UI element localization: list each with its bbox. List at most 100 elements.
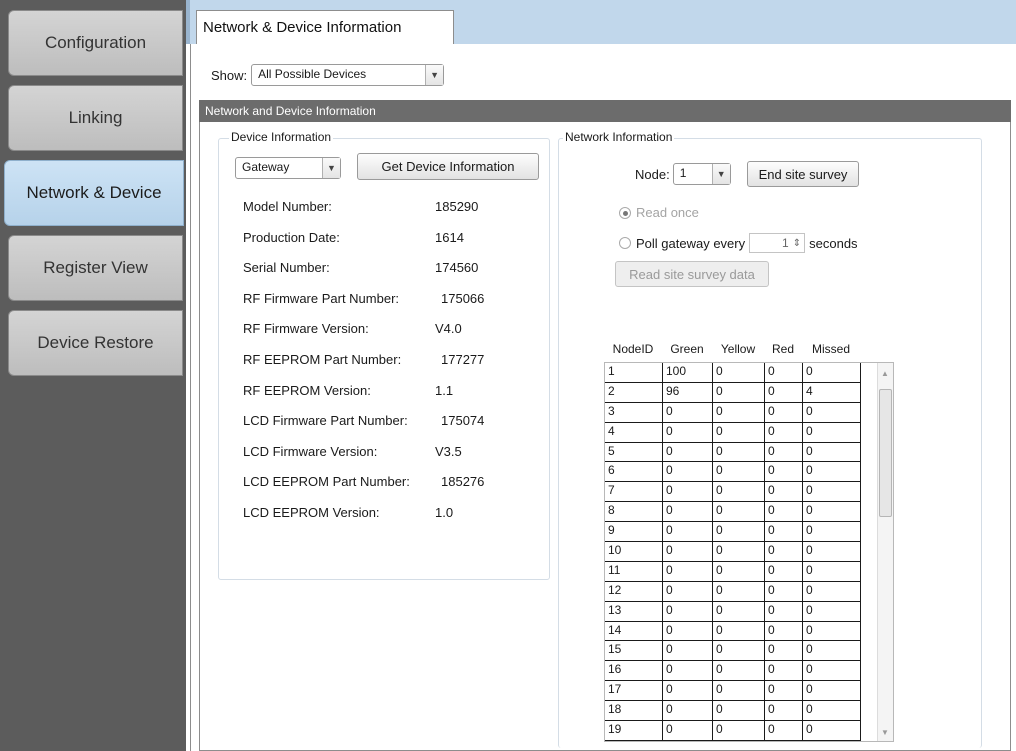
cell-green: 0 bbox=[663, 542, 713, 562]
cell-nodeid: 17 bbox=[605, 681, 663, 702]
device-info-value: 1614 bbox=[435, 229, 464, 245]
show-dropdown[interactable]: All Possible Devices ▼ bbox=[251, 64, 445, 86]
cell-nodeid: 9 bbox=[605, 522, 663, 543]
cell-missed: 0 bbox=[803, 422, 861, 443]
cell-missed: 0 bbox=[803, 621, 861, 642]
cell-red: 0 bbox=[765, 561, 803, 582]
sidebar-item-network-device[interactable]: Network & Device bbox=[4, 160, 184, 226]
cell-red: 0 bbox=[765, 402, 803, 423]
sidebar-item-label: Device Restore bbox=[37, 333, 154, 352]
table-row[interactable]: 19 0 0 0 0 bbox=[605, 721, 893, 741]
cell-green: 0 bbox=[663, 601, 713, 622]
survey-table[interactable]: 1 100 0 0 0 2 96 0 0 4 3 0 0 0 0 4 0 0 0 0 5 0 0 0 0 6 0 0 0 0 7 0 0 0 0 8 0… bbox=[604, 362, 894, 742]
table-row[interactable]: 60000 bbox=[605, 462, 893, 483]
device-info-label: Serial Number: bbox=[243, 260, 330, 276]
tab-bar: Network & Device Information bbox=[186, 0, 1016, 45]
cell-missed: 0 bbox=[803, 581, 861, 602]
cell-nodeid: 16 bbox=[605, 661, 663, 682]
table-row[interactable]: 90000 bbox=[605, 522, 893, 543]
cell-nodeid: 13 bbox=[605, 601, 663, 622]
cell-nodeid: 1 bbox=[605, 363, 663, 383]
end-site-survey-button[interactable]: End site survey bbox=[747, 161, 859, 187]
chevron-down-icon: ▼ bbox=[425, 65, 444, 85]
device-info-value: 1.1 bbox=[435, 382, 454, 398]
cell-green: 0 bbox=[663, 581, 713, 602]
cell-green: 0 bbox=[663, 462, 713, 483]
cell-missed: 0 bbox=[803, 522, 861, 543]
device-type-dropdown[interactable]: Gateway ▼ bbox=[235, 157, 341, 179]
cell-red: 0 bbox=[765, 442, 803, 463]
poll-interval-spinner[interactable]: 1 ⇕ bbox=[749, 233, 806, 253]
table-row[interactable]: 10 0 0 0 0 bbox=[605, 542, 893, 562]
cell-missed: 0 bbox=[803, 641, 861, 662]
table-row[interactable]: 80000 bbox=[605, 502, 893, 523]
tab-network-device-information[interactable]: Network & Device Information bbox=[196, 10, 454, 45]
cell-missed: 0 bbox=[803, 601, 861, 622]
cell-yellow: 0 bbox=[713, 502, 765, 523]
scroll-up-icon[interactable]: ▲ bbox=[881, 369, 889, 378]
table-row[interactable]: 18 0 0 0 0 bbox=[605, 701, 893, 722]
sidebar-item-linking[interactable]: Linking bbox=[8, 85, 183, 151]
sidebar-item-label: Network & Device bbox=[26, 183, 162, 202]
table-row[interactable]: 13 0 0 0 0 bbox=[605, 601, 893, 622]
device-info-value: 175066 bbox=[441, 290, 485, 306]
node-dropdown[interactable]: 1 ▼ bbox=[672, 163, 731, 185]
cell-green: 0 bbox=[663, 502, 713, 523]
column-header-missed: Missed bbox=[811, 342, 850, 356]
read-once-option[interactable]: Read once bbox=[619, 205, 699, 220]
device-info-row: RF EEPROM Part Number: 177277 bbox=[243, 352, 533, 370]
network-information-title: Network Information bbox=[563, 130, 675, 144]
table-row[interactable]: 30000 bbox=[605, 402, 893, 423]
cell-red: 0 bbox=[765, 661, 803, 682]
table-row[interactable]: 40000 bbox=[605, 422, 893, 443]
sidebar-item-configuration[interactable]: Configuration bbox=[8, 10, 183, 76]
table-row[interactable]: 1 100 0 0 0 bbox=[605, 363, 893, 383]
device-info-label: LCD EEPROM Version: bbox=[243, 505, 380, 520]
cell-red: 0 bbox=[765, 581, 803, 602]
table-row[interactable]: 11 0 0 0 0 bbox=[605, 561, 893, 582]
device-info-row: LCD EEPROM Part Number: 185276 bbox=[243, 474, 533, 492]
radio-icon bbox=[619, 207, 631, 219]
poll-gateway-option[interactable]: Poll gateway every 1 ⇕ seconds bbox=[619, 233, 858, 253]
scroll-thumb[interactable] bbox=[879, 389, 892, 517]
read-site-survey-data-button[interactable]: Read site survey data bbox=[615, 261, 769, 287]
device-info-row: RF EEPROM Version: 1.1 bbox=[243, 383, 533, 401]
device-info-row: LCD Firmware Version: V3.5 bbox=[243, 444, 533, 462]
cell-red: 0 bbox=[765, 522, 803, 543]
scroll-down-icon[interactable]: ▼ bbox=[881, 728, 889, 737]
device-info-row: LCD Firmware Part Number: 175074 bbox=[243, 413, 533, 431]
cell-green: 0 bbox=[663, 522, 713, 543]
table-row[interactable]: 16 0 0 0 0 bbox=[605, 661, 893, 682]
device-info-label: LCD Firmware Version: bbox=[243, 443, 378, 459]
table-row[interactable]: 12 0 0 0 0 bbox=[605, 581, 893, 602]
table-row[interactable]: 17 0 0 0 0 bbox=[605, 681, 893, 702]
sidebar-item-device-restore[interactable]: Device Restore bbox=[8, 310, 183, 376]
cell-nodeid: 15 bbox=[605, 641, 663, 662]
table-row[interactable]: 50000 bbox=[605, 442, 893, 463]
cell-yellow: 0 bbox=[713, 382, 765, 403]
cell-nodeid: 11 bbox=[605, 561, 663, 582]
node-selector: Node: 1 ▼ bbox=[635, 163, 731, 185]
cell-red: 0 bbox=[765, 462, 803, 483]
cell-green: 96 bbox=[663, 382, 713, 403]
section-header: Network and Device Information bbox=[199, 100, 1011, 122]
sidebar-item-register-view[interactable]: Register View bbox=[8, 235, 183, 301]
table-row[interactable]: 14 0 0 0 0 bbox=[605, 621, 893, 642]
cell-green: 0 bbox=[663, 701, 713, 722]
device-information-group: Device Information Gateway ▼ Get Device … bbox=[218, 130, 550, 580]
cell-missed: 0 bbox=[803, 442, 861, 463]
cell-yellow: 0 bbox=[713, 482, 765, 503]
device-info-row: LCD EEPROM Version: 1.0 bbox=[243, 505, 533, 523]
poll-unit-label: seconds bbox=[809, 235, 858, 251]
cell-green: 0 bbox=[663, 561, 713, 582]
cell-green: 0 bbox=[663, 681, 713, 702]
table-row[interactable]: 2 96 0 0 4 bbox=[605, 382, 893, 403]
cell-red: 0 bbox=[765, 502, 803, 523]
table-row[interactable]: 70000 bbox=[605, 482, 893, 503]
table-scrollbar[interactable]: ▲ ▼ bbox=[877, 363, 893, 741]
survey-table-rows: 1 100 0 0 0 2 96 0 0 4 3 0 0 0 0 4 0 0 0 0 5 0 0 0 0 6 0 0 0 0 7 0 0 0 0 8 0… bbox=[605, 363, 893, 741]
get-device-information-button[interactable]: Get Device Information bbox=[357, 153, 539, 180]
cell-yellow: 0 bbox=[713, 402, 765, 423]
cell-missed: 0 bbox=[803, 402, 861, 423]
table-row[interactable]: 15 0 0 0 0 bbox=[605, 641, 893, 662]
